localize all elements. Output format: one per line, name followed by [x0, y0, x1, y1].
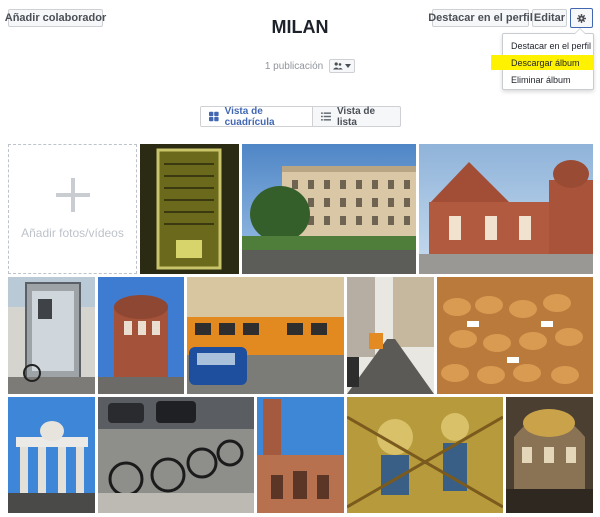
feature-on-profile-button[interactable]: Destacar en el perfil	[428, 9, 533, 27]
friends-icon	[333, 62, 343, 70]
photo-thumbnail[interactable]	[98, 277, 184, 394]
add-photos-tile[interactable]: Añadir fotos/vídeos	[8, 144, 137, 274]
chevron-down-icon	[345, 64, 352, 68]
menu-item-feature[interactable]: Destacar en el perfil	[503, 38, 593, 53]
add-collaborator-button[interactable]: Añadir colaborador	[5, 9, 106, 27]
photo-thumbnail[interactable]	[8, 397, 95, 513]
photo-thumbnail[interactable]	[8, 277, 95, 394]
menu-item-download-album[interactable]: Descargar álbum	[491, 55, 594, 70]
photo-thumbnail[interactable]	[257, 397, 344, 513]
grid-view-label: Vista de cuadrícula	[224, 105, 275, 128]
photo-thumbnail[interactable]	[347, 277, 434, 394]
photo-thumbnail[interactable]	[347, 397, 503, 513]
plus-icon	[55, 178, 90, 212]
list-view-label: Vista de lista	[336, 105, 376, 128]
edit-button[interactable]: Editar	[532, 9, 567, 27]
add-photos-label: Añadir fotos/vídeos	[21, 226, 124, 240]
photo-thumbnail[interactable]	[98, 397, 254, 513]
publication-count: 1 publicación	[264, 60, 324, 72]
menu-item-delete-album[interactable]: Eliminar álbum	[503, 72, 593, 87]
list-icon	[321, 112, 331, 121]
photo-thumbnail[interactable]	[506, 397, 593, 513]
album-options-menu: Destacar en el perfil Descargar álbum El…	[491, 28, 594, 90]
photo-thumbnail[interactable]	[140, 144, 239, 274]
publication-row: 1 publicación	[240, 58, 380, 74]
list-view-button[interactable]: Vista de lista	[313, 105, 400, 128]
gear-icon	[577, 13, 586, 23]
album-title: MILAN	[271, 17, 329, 37]
audience-selector[interactable]	[329, 59, 356, 73]
grid-icon	[209, 111, 219, 122]
grid-view-button[interactable]: Vista de cuadrícula	[201, 105, 313, 128]
photo-thumbnail[interactable]	[242, 144, 416, 274]
photo-thumbnail[interactable]	[187, 277, 344, 394]
settings-button[interactable]	[570, 8, 593, 28]
photo-thumbnail[interactable]	[437, 277, 593, 394]
photo-thumbnail[interactable]	[419, 144, 593, 274]
view-toggle: Vista de cuadrícula Vista de lista	[200, 105, 401, 128]
